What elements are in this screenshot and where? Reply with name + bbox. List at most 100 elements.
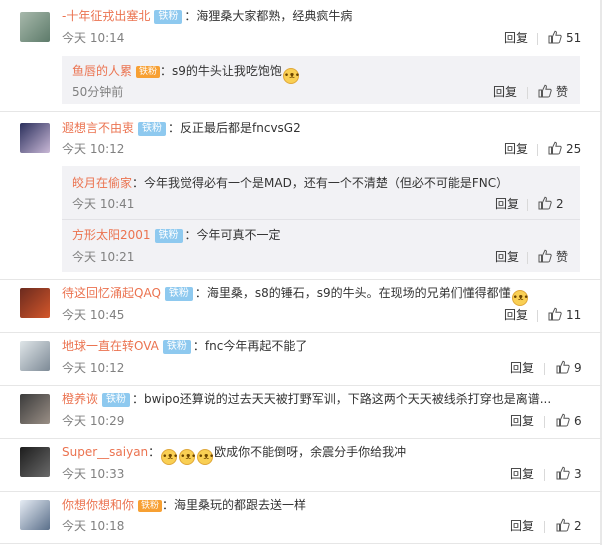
like-button[interactable]: 51 xyxy=(548,30,581,46)
reply-text: ：s9的牛头让我吃饱饱 xyxy=(160,64,282,78)
like-button[interactable]: 25 xyxy=(548,141,581,157)
like-button[interactable]: 赞 xyxy=(538,249,568,265)
like-button[interactable]: 11 xyxy=(548,307,581,323)
sub-reply-box: 鱼唇的人累 铁粉 ：s9的牛头让我吃饱饱 •ᴥ• 50分钟前 回复 赞 xyxy=(62,56,580,104)
thumbs-up-icon xyxy=(538,84,552,98)
username[interactable]: -十年征戎出塞北 xyxy=(62,9,150,23)
fan-badge[interactable]: 铁粉 xyxy=(154,10,183,24)
username[interactable]: Super__saiyan xyxy=(62,445,148,459)
like-count: 51 xyxy=(566,31,582,45)
separator xyxy=(527,87,528,99)
like-count: 9 xyxy=(574,361,582,375)
username[interactable]: 皎月在偷家 xyxy=(72,176,132,190)
username[interactable]: 待这回忆涌起QAQ xyxy=(62,286,161,300)
reply-button[interactable]: 回复 xyxy=(495,196,519,212)
separator xyxy=(544,416,545,428)
timestamp: 今天 10:18 xyxy=(62,519,125,533)
divider xyxy=(0,332,602,333)
username[interactable]: 橙养诙 xyxy=(62,392,98,406)
like-button[interactable]: 2 xyxy=(538,196,564,212)
fan-badge[interactable]: 铁粉 xyxy=(154,229,183,243)
vip-badge[interactable]: 铁粉 xyxy=(138,500,163,512)
divider xyxy=(0,438,602,439)
timestamp: 今天 10:21 xyxy=(72,250,135,264)
reply-button[interactable]: 回复 xyxy=(510,518,534,534)
doge-emoji-icon: •ᴥ• xyxy=(161,449,178,465)
username[interactable]: 地球一直在转OVA xyxy=(62,339,159,353)
doge-emoji-icon: •ᴥ• xyxy=(511,290,529,306)
vip-badge[interactable]: 铁粉 xyxy=(136,66,161,78)
thumbs-up-icon xyxy=(538,196,552,210)
username[interactable]: 遐想言不由衷 xyxy=(62,121,134,135)
like-count: 2 xyxy=(574,519,582,533)
avatar[interactable] xyxy=(20,447,50,477)
comment-text: ：海里桑玩的都跟去送一样 xyxy=(162,498,307,512)
username[interactable]: 方形太阳2001 xyxy=(72,228,151,242)
separator xyxy=(527,199,528,211)
avatar[interactable] xyxy=(20,12,50,42)
avatar[interactable] xyxy=(20,500,50,530)
thumbs-up-icon xyxy=(556,466,570,480)
thumbs-up-icon xyxy=(548,30,562,44)
comment-text: ：海狸桑大家都熟，经典疯牛病 xyxy=(184,9,353,23)
like-button[interactable]: 赞 xyxy=(538,84,568,100)
reply-text: ：今年我觉得必有一个是MAD，还有一个不清楚（但必不可能是FNC） xyxy=(132,176,509,190)
reply-button[interactable]: 回复 xyxy=(510,360,534,376)
sub-divider xyxy=(62,219,580,220)
timestamp: 今天 10:29 xyxy=(62,414,125,428)
thumbs-up-icon xyxy=(556,413,570,427)
timestamp: 今天 10:41 xyxy=(72,197,135,211)
separator xyxy=(537,310,538,322)
timestamp: 50分钟前 xyxy=(72,85,124,99)
reply-button[interactable]: 回复 xyxy=(504,30,528,46)
like-count: 25 xyxy=(566,142,582,156)
reply-text: ：今年可真不一定 xyxy=(184,228,281,242)
avatar[interactable] xyxy=(20,341,50,371)
like-button[interactable]: 9 xyxy=(556,360,582,376)
reply-button[interactable]: 回复 xyxy=(504,141,528,157)
avatar[interactable] xyxy=(20,288,50,318)
fan-badge[interactable]: 铁粉 xyxy=(138,122,167,136)
avatar[interactable] xyxy=(20,123,50,153)
reply-button[interactable]: 回复 xyxy=(495,249,519,265)
reply-button[interactable]: 回复 xyxy=(510,413,534,429)
doge-emoji-icon: •ᴥ• xyxy=(282,68,300,84)
like-button[interactable]: 2 xyxy=(556,518,582,534)
comment-text: ：海里桑，s8的锤石，s9的牛头。在现场的兄弟们懂得都懂 xyxy=(194,286,511,300)
like-count: 11 xyxy=(566,308,582,322)
divider xyxy=(0,385,602,386)
separator xyxy=(537,144,538,156)
divider xyxy=(0,111,602,112)
timestamp: 今天 10:12 xyxy=(62,142,125,156)
fan-badge[interactable]: 铁粉 xyxy=(162,340,191,354)
separator xyxy=(527,252,528,264)
comment-text: ：fnc今年再起不能了 xyxy=(192,339,308,353)
comment-text: ：反正最后都是fncvsG2 xyxy=(168,121,301,135)
divider xyxy=(0,543,602,544)
like-count: 2 xyxy=(556,197,564,211)
thumbs-up-icon xyxy=(556,518,570,532)
thumbs-up-icon xyxy=(556,360,570,374)
avatar[interactable] xyxy=(20,394,50,424)
separator xyxy=(544,363,545,375)
reply-button[interactable]: 回复 xyxy=(510,466,534,482)
fan-badge[interactable]: 铁粉 xyxy=(164,287,193,301)
like-button[interactable]: 3 xyxy=(556,466,582,482)
comment-text: ： xyxy=(148,445,161,459)
username[interactable]: 你想你想和你 xyxy=(62,498,134,512)
reply-button[interactable]: 回复 xyxy=(493,84,517,100)
reply-button[interactable]: 回复 xyxy=(504,307,528,323)
timestamp: 今天 10:12 xyxy=(62,361,125,375)
fan-badge[interactable]: 铁粉 xyxy=(102,393,131,407)
like-count: 3 xyxy=(574,467,582,481)
timestamp: 今天 10:14 xyxy=(62,31,125,45)
separator xyxy=(544,521,545,533)
sub-reply-box: 皎月在偷家：今年我觉得必有一个是MAD，还有一个不清楚（但必不可能是FNC） 今… xyxy=(62,166,580,272)
timestamp: 今天 10:33 xyxy=(62,467,125,481)
comment-text: ：bwipo还算说的过去天天被打野军训，下路这两个天天被线杀打穿也是离谱... xyxy=(132,392,552,406)
divider xyxy=(0,279,602,280)
doge-emoji-icon: •ᴥ• xyxy=(179,449,196,465)
separator xyxy=(537,33,538,45)
username[interactable]: 鱼唇的人累 xyxy=(72,64,132,78)
like-button[interactable]: 6 xyxy=(556,413,582,429)
